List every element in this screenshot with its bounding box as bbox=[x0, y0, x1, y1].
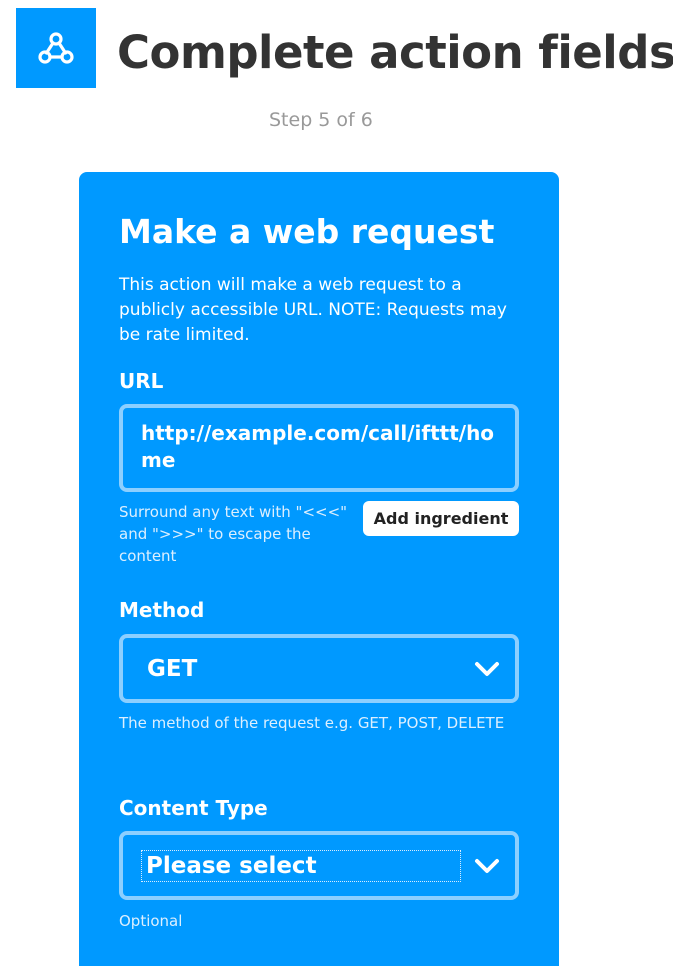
content-type-label: Content Type bbox=[119, 796, 268, 820]
action-title: Make a web request bbox=[119, 212, 495, 251]
method-label: Method bbox=[119, 598, 205, 622]
url-value[interactable]: http://example.com/call/ifttt/home bbox=[141, 420, 497, 474]
webhooks-icon bbox=[38, 32, 74, 64]
action-description: This action will make a web request to a… bbox=[119, 275, 507, 345]
step-indicator: Step 5 of 6 bbox=[269, 109, 373, 131]
url-label: URL bbox=[119, 369, 164, 393]
url-field[interactable]: http://example.com/call/ifttt/home bbox=[119, 404, 519, 492]
action-card: Make a web request This action will make… bbox=[79, 172, 559, 966]
content-type-helper-text: Optional bbox=[119, 912, 183, 930]
content-type-focus-outline: Please select bbox=[141, 849, 461, 882]
content-type-select[interactable]: Please select bbox=[119, 831, 519, 900]
content-type-selected-value: Please select bbox=[146, 852, 317, 879]
method-selected-value: GET bbox=[147, 655, 198, 682]
method-helper-text: The method of the request e.g. GET, POST… bbox=[119, 714, 505, 732]
chevron-down-icon bbox=[475, 858, 499, 873]
webhooks-logo bbox=[16, 8, 96, 88]
page-title: Complete action fields bbox=[117, 26, 673, 79]
add-ingredient-button[interactable]: Add ingredient bbox=[363, 501, 519, 536]
chevron-down-icon bbox=[475, 661, 499, 676]
method-select[interactable]: GET bbox=[119, 634, 519, 703]
url-helper-text: Surround any text with "<<<" and ">>>" t… bbox=[119, 503, 348, 565]
